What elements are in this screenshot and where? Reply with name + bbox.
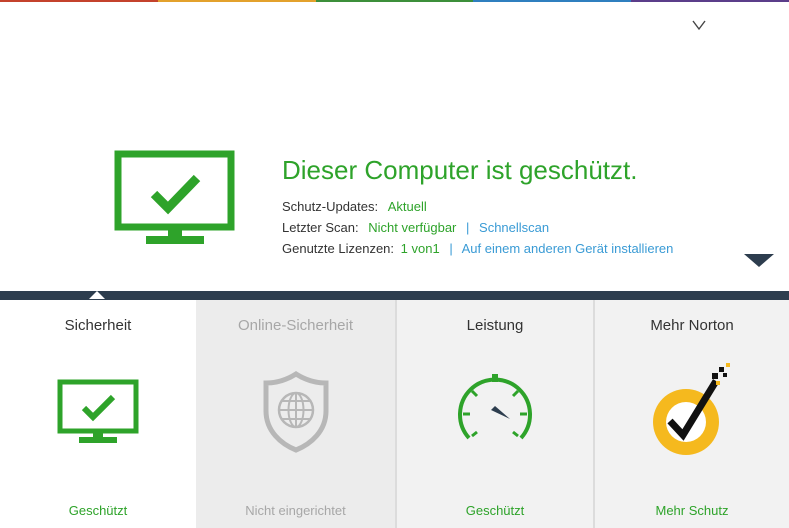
separator: | bbox=[466, 220, 470, 235]
tile-mehr-norton[interactable]: Mehr Norton Mehr Schutz bbox=[595, 300, 789, 528]
shield-globe-icon bbox=[263, 371, 328, 453]
norton-logo-icon bbox=[653, 363, 730, 455]
status-title: Dieser Computer ist geschützt. bbox=[282, 155, 638, 185]
expand-triangle-icon[interactable] bbox=[744, 254, 774, 268]
tile-title: Online-Sicherheit bbox=[237, 317, 354, 334]
quick-scan-link[interactable]: Schnellscan bbox=[479, 220, 549, 235]
protection-status: Dieser Computer ist geschützt. Schutz-Up… bbox=[282, 155, 673, 259]
scan-row: Letzter Scan: Nicht verfügbar | Schnells… bbox=[282, 217, 673, 238]
scan-label: Letzter Scan: bbox=[282, 220, 359, 235]
separator: | bbox=[449, 241, 453, 256]
tile-leistung[interactable]: Leistung Geschützt bbox=[397, 300, 593, 528]
tile-sicherheit[interactable]: Sicherheit Geschützt bbox=[0, 300, 196, 528]
monitor-check-icon bbox=[114, 150, 236, 253]
tile-status: Mehr Schutz bbox=[655, 503, 729, 518]
divider-band bbox=[0, 291, 789, 300]
updates-label: Schutz-Updates: bbox=[282, 199, 379, 214]
updates-row: Schutz-Updates: Aktuell bbox=[282, 196, 673, 217]
updates-value: Aktuell bbox=[387, 199, 427, 214]
tile-title: Mehr Norton bbox=[650, 317, 734, 334]
install-other-device-link[interactable]: Auf einem anderen Gerät installieren bbox=[462, 241, 674, 256]
scan-value: Nicht verfügbar bbox=[368, 220, 457, 235]
tile-online-sicherheit[interactable]: Online-Sicherheit Nicht eingerichtet bbox=[196, 300, 395, 528]
tile-status: Geschützt bbox=[465, 503, 525, 518]
selected-tab-pointer bbox=[89, 291, 105, 299]
licenses-label: Genutzte Lizenzen: bbox=[282, 241, 395, 256]
feature-tiles: Sicherheit Geschützt Online-Sicherheit N… bbox=[0, 300, 789, 528]
tile-status: Geschützt bbox=[68, 503, 128, 518]
speedometer-icon bbox=[458, 374, 532, 440]
licenses-row: Genutzte Lizenzen: 1 von1 | Auf einem an… bbox=[282, 238, 673, 259]
tile-title: Sicherheit bbox=[64, 317, 132, 334]
licenses-value: 1 von1 bbox=[400, 241, 440, 256]
chevron-down-icon[interactable] bbox=[690, 16, 708, 34]
tile-status: Nicht eingerichtet bbox=[245, 503, 346, 518]
tile-title: Leistung bbox=[466, 317, 524, 334]
monitor-check-icon bbox=[57, 379, 139, 443]
top-color-strip bbox=[0, 0, 789, 2]
